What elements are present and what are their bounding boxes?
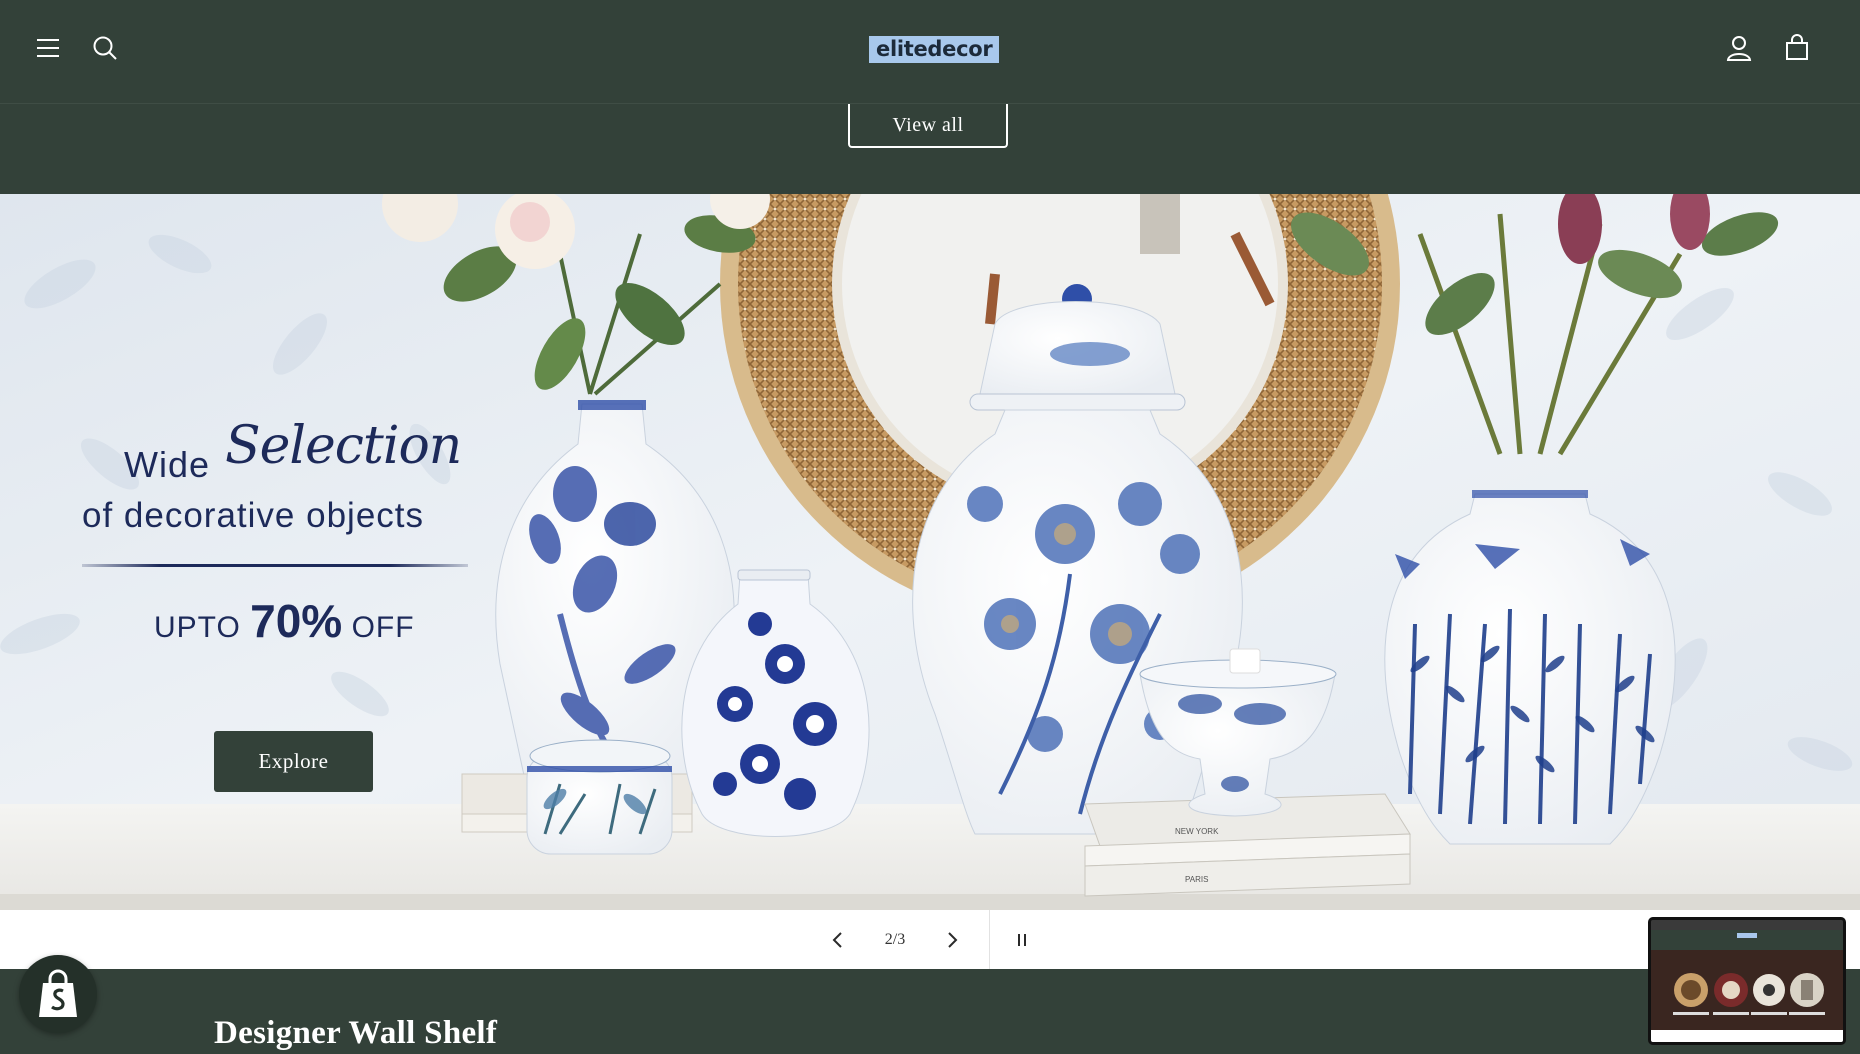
promo-heading-script: Selection [225,416,462,476]
pause-slideshow-button[interactable] [1006,910,1038,969]
menu-icon[interactable] [30,30,66,66]
preview-image [1651,920,1843,1042]
promo-divider [82,564,468,567]
promo-discount: UPTO 70% OFF [154,594,415,648]
slide-counter: 2/3 [884,930,906,948]
screen-preview-thumbnail[interactable] [1648,917,1846,1045]
promo-percent: 70% [250,595,343,647]
hero-slideshow: NEW YORK PARIS Wide Selection of decorat… [0,194,1860,910]
promo-off-label: OFF [351,611,415,644]
search-icon[interactable] [87,30,123,66]
book-label-bottom: PARIS [1185,875,1208,884]
promo-heading-wide: Wide [124,444,211,485]
promo-upto: UPTO [154,611,241,644]
explore-button[interactable]: Explore [214,731,373,792]
account-icon[interactable] [1721,30,1757,66]
slideshow-controls: 2/3 [0,910,1860,969]
designer-wall-shelf-section: Designer Wall Shelf [0,969,1860,1054]
section-title: Designer Wall Shelf [214,1015,498,1051]
large-white-vase [1384,490,1676,845]
site-header: elitedecor [0,0,1860,104]
pause-icon [1018,933,1026,946]
hero-image: NEW YORK PARIS [0,194,1860,910]
shopify-bag-icon [39,969,77,1017]
previous-slide-button[interactable] [822,910,854,969]
book-label-top: NEW YORK [1175,827,1219,836]
collection-footer: View all [0,104,1860,194]
controls-divider [989,910,990,969]
promo-subheading: of decorative objects [82,496,425,535]
shopify-badge[interactable] [19,955,97,1033]
small-lidded-jar [526,739,673,855]
store-logo[interactable]: elitedecor [869,36,1000,63]
view-all-button[interactable]: View all [848,104,1008,148]
chevron-right-icon [948,931,958,948]
cart-icon[interactable] [1779,30,1815,66]
next-slide-button[interactable] [936,910,968,969]
chevron-left-icon [832,931,842,948]
